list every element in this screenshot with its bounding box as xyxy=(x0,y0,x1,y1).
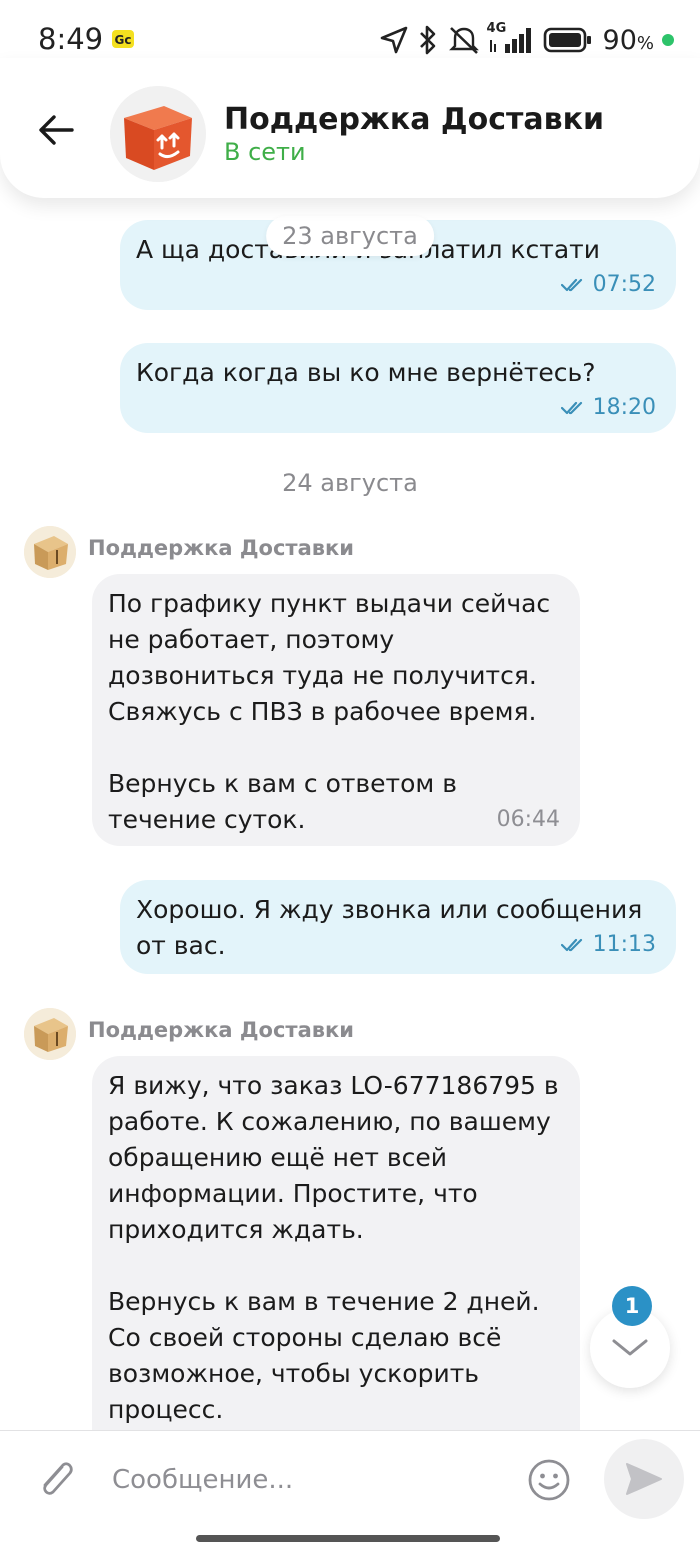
sender-name: Поддержка Доставки xyxy=(88,1018,355,1042)
sender-avatar[interactable] xyxy=(24,526,76,578)
contact-name[interactable]: Поддержка Доставки xyxy=(224,102,604,137)
parcel-avatar-icon xyxy=(24,1008,76,1060)
parcel-avatar-icon xyxy=(24,526,76,578)
message-meta: 07:52 xyxy=(136,266,656,304)
send-icon xyxy=(626,1463,662,1495)
battery-icon xyxy=(543,27,591,53)
message-composer xyxy=(0,1430,700,1527)
presence-status: В сети xyxy=(224,138,306,166)
message-paragraph: Вернусь к вам в течение 2 дней. Со своей… xyxy=(108,1287,540,1424)
contact-avatar[interactable] xyxy=(110,86,206,182)
battery-level: 90% xyxy=(603,25,654,56)
message-outgoing[interactable]: Когда когда вы ко мне вернётесь? 18:20 xyxy=(120,343,676,433)
message-time: 11:13 xyxy=(592,932,656,957)
message-input[interactable] xyxy=(98,1453,526,1507)
message-list[interactable]: А ща доставили и заплатил кстати 07:52 2… xyxy=(0,198,700,1430)
double-check-icon xyxy=(560,278,582,292)
paperclip-icon[interactable] xyxy=(32,1455,80,1503)
chat-header: Поддержка Доставки В сети xyxy=(0,58,700,198)
message-time: 06:44 xyxy=(496,807,560,832)
signal-icon xyxy=(489,28,531,53)
message-paragraph: По графику пункт выдачи сейчас не работа… xyxy=(108,589,551,726)
message-paragraph: Я вижу, что заказ LO-677186795 в работе.… xyxy=(108,1071,559,1244)
privacy-dot xyxy=(662,34,674,46)
unread-badge[interactable]: 1 xyxy=(612,1286,652,1326)
message-time: 18:20 xyxy=(592,395,656,420)
double-check-icon xyxy=(560,938,582,952)
chevron-down-icon xyxy=(612,1339,648,1356)
message-meta: 18:20 xyxy=(136,389,656,427)
message-time: 07:52 xyxy=(592,272,656,297)
double-check-icon xyxy=(560,401,582,415)
status-icons: 4G 90% xyxy=(379,21,674,58)
sender-avatar[interactable] xyxy=(24,1008,76,1060)
message-incoming[interactable]: По графику пункт выдачи сейчас не работа… xyxy=(92,574,580,846)
message-outgoing[interactable]: Хорошо. Я жду звонка или сообщения от ва… xyxy=(120,880,676,974)
date-separator: 24 августа xyxy=(266,463,434,503)
sender-name: Поддержка Доставки xyxy=(88,536,355,560)
message-text: Когда когда вы ко мне вернётесь? xyxy=(136,358,596,387)
message-incoming[interactable]: Я вижу, что заказ LO-677186795 в работе.… xyxy=(92,1056,580,1430)
delivery-box-logo xyxy=(110,86,206,182)
location-arrow-icon xyxy=(380,26,407,54)
send-button[interactable] xyxy=(604,1439,684,1519)
status-time: 8:49 xyxy=(38,22,104,56)
svg-text:Gc: Gc xyxy=(115,33,132,47)
battery-unit: % xyxy=(636,32,654,54)
battery-value: 90 xyxy=(602,24,637,56)
floating-date: 23 августа xyxy=(266,216,434,256)
emoji-icon[interactable] xyxy=(526,1457,572,1503)
network-indicator: 4G xyxy=(487,21,537,56)
home-indicator[interactable] xyxy=(196,1535,500,1542)
bluetooth-icon xyxy=(419,25,435,55)
mute-icon xyxy=(448,27,479,54)
app-notification-icon: Gc xyxy=(112,30,134,48)
back-arrow-icon[interactable] xyxy=(34,108,78,152)
